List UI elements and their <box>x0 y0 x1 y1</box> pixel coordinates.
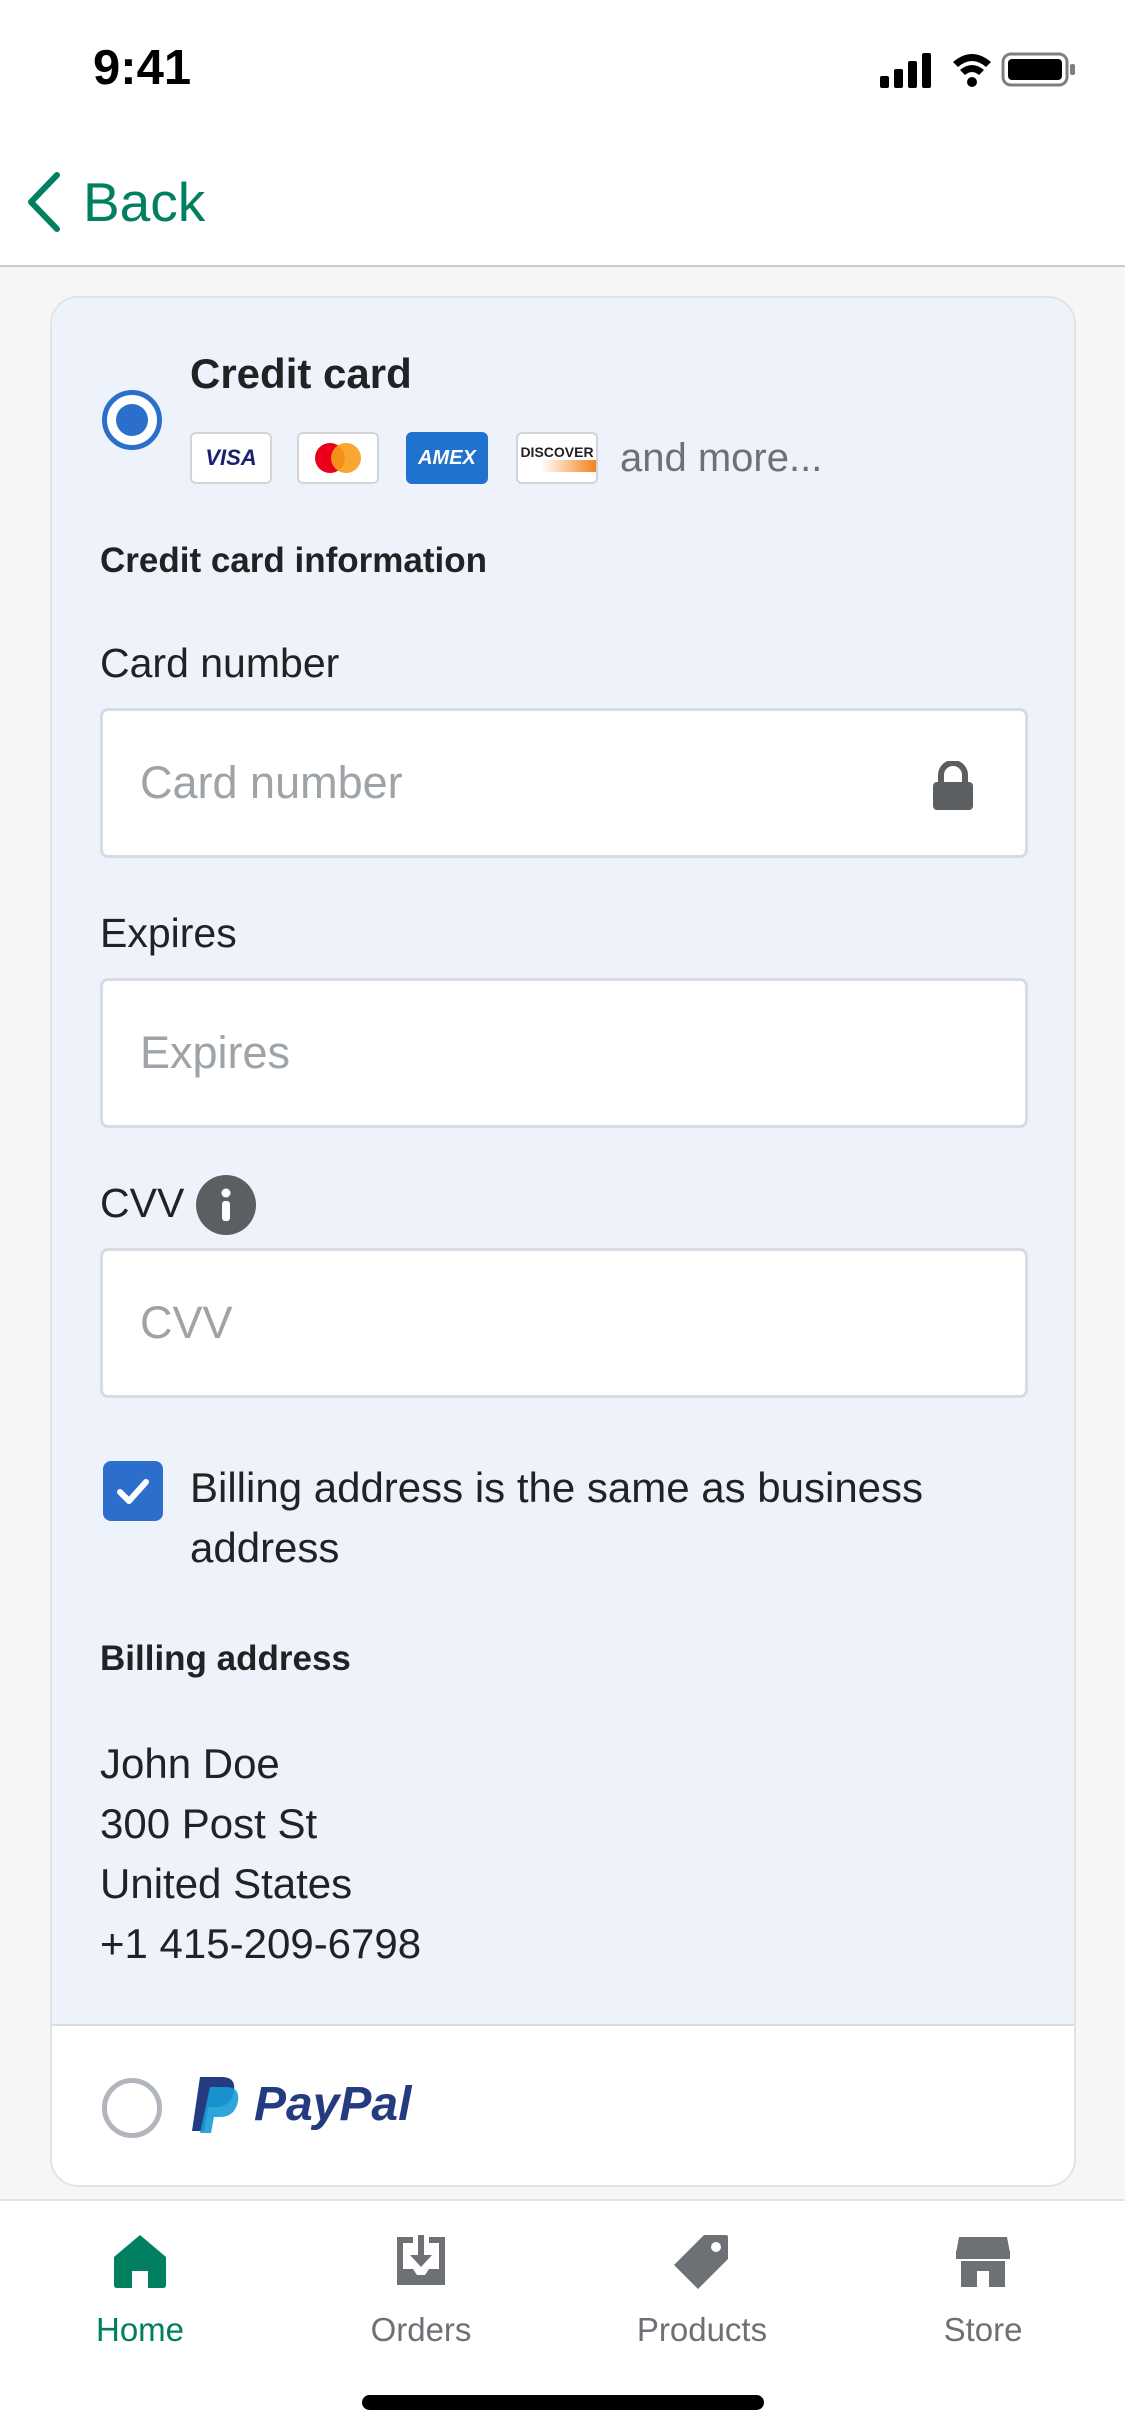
checkmark-icon <box>117 1479 149 1504</box>
amex-logo: AMEX <box>406 432 488 484</box>
card-number-input[interactable] <box>103 711 1025 855</box>
credit-card-radio[interactable] <box>102 390 162 450</box>
tab-home-label: Home <box>95 2311 185 2348</box>
discover-logo: DISCOVER <box>516 432 598 484</box>
battery-icon <box>1001 52 1075 87</box>
cvv-label: CVV <box>100 1180 185 1226</box>
cvv-input[interactable] <box>103 1251 1025 1395</box>
billing-street: 300 Post St <box>100 1800 318 1847</box>
lock-icon <box>933 761 973 810</box>
billing-address-heading: Billing address <box>100 1639 351 1678</box>
paypal-p-icon <box>192 2077 239 2133</box>
tab-orders[interactable]: Orders <box>321 2231 521 2371</box>
expires-label: Expires <box>100 910 237 956</box>
and-more-label: and more... <box>620 436 823 480</box>
back-label: Back <box>83 171 206 233</box>
cellular-signal-icon <box>880 53 931 88</box>
expires-input[interactable] <box>103 981 1025 1125</box>
tab-products-label: Products <box>636 2311 768 2348</box>
cvv-field <box>100 1248 1028 1398</box>
credit-card-title: Credit card <box>190 350 412 397</box>
cvv-info-icon[interactable] <box>196 1175 256 1235</box>
credit-card-section: Credit card VISA AMEX DISCOVER and more.… <box>52 298 1074 2024</box>
chevron-left-icon <box>28 172 60 232</box>
tab-orders-label: Orders <box>370 2311 472 2348</box>
products-tag-icon <box>674 2235 728 2289</box>
tab-products[interactable]: Products <box>602 2231 802 2371</box>
back-button[interactable]: Back <box>25 162 205 242</box>
paypal-option[interactable]: PayPal <box>52 2024 1074 2185</box>
cc-info-heading: Credit card information <box>100 541 487 580</box>
payment-method-card: Credit card VISA AMEX DISCOVER and more.… <box>50 296 1076 2187</box>
nav-bar: Back <box>0 134 1125 267</box>
status-bar: 9:41 <box>0 0 1125 134</box>
expires-field <box>100 978 1028 1128</box>
tab-store-label: Store <box>943 2311 1023 2348</box>
status-icons <box>880 50 1080 90</box>
same-billing-label: Billing address is the same as business … <box>190 1464 924 1571</box>
card-number-field <box>100 708 1028 858</box>
billing-name: John Doe <box>100 1740 280 1787</box>
tab-home[interactable]: Home <box>40 2231 240 2371</box>
status-time: 9:41 <box>93 41 192 95</box>
same-billing-checkbox[interactable] <box>103 1461 163 1521</box>
home-icon <box>114 2235 166 2288</box>
card-number-label: Card number <box>100 640 340 686</box>
paypal-wordmark: PayPal <box>254 2077 412 2131</box>
wifi-icon <box>953 54 991 87</box>
paypal-logo: PayPal <box>190 2074 411 2134</box>
home-indicator <box>362 2395 764 2410</box>
tab-store[interactable]: Store <box>883 2231 1083 2371</box>
store-icon <box>956 2237 1010 2287</box>
mastercard-logo <box>297 432 379 484</box>
orders-icon <box>397 2235 445 2285</box>
visa-logo: VISA <box>190 432 272 484</box>
billing-phone: +1 415-209-6798 <box>100 1920 422 1967</box>
billing-country: United States <box>100 1860 353 1907</box>
paypal-radio[interactable] <box>102 2078 162 2138</box>
